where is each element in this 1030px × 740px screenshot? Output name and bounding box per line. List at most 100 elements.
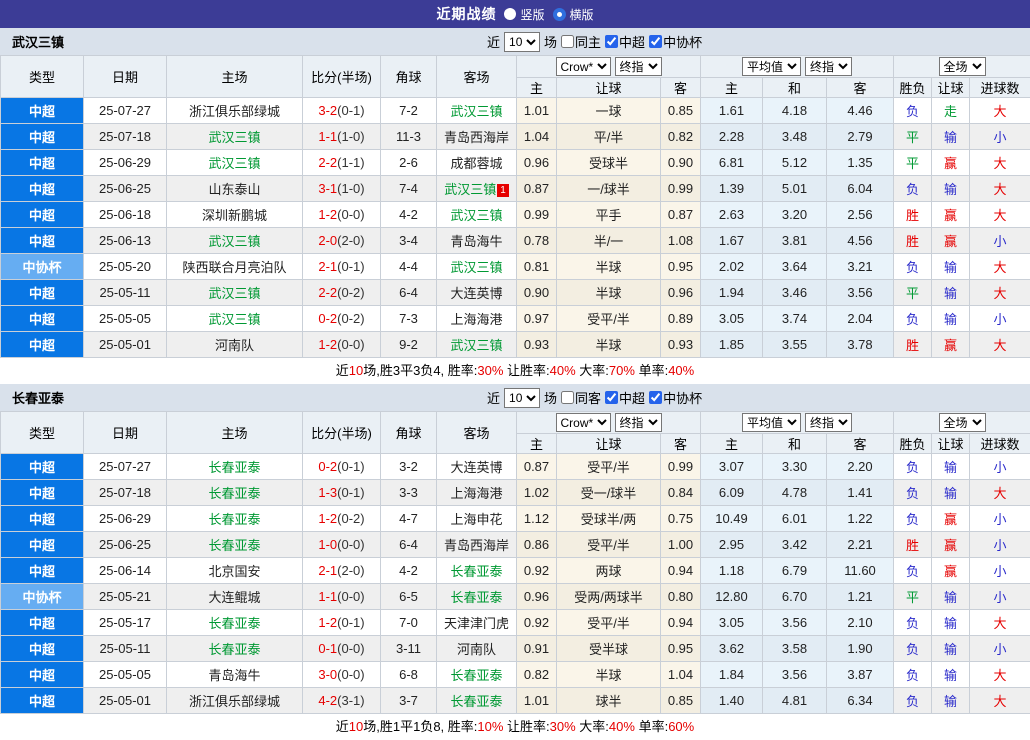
- avg-home-odds: 1.18: [701, 558, 763, 584]
- away-team: 长春亚泰: [437, 662, 517, 688]
- avg-away-odds: 1.90: [827, 636, 894, 662]
- sub-header-2: 客: [661, 78, 701, 98]
- result-handicap: 赢: [932, 228, 970, 254]
- handicap-away-odds: 0.93: [661, 332, 701, 358]
- same-venue-checkbox-label[interactable]: 同客: [561, 388, 601, 407]
- sub-header-5: 客: [827, 434, 894, 454]
- avg-away-odds: 3.21: [827, 254, 894, 280]
- handicap-away-odds: 0.94: [661, 610, 701, 636]
- average-select[interactable]: 平均值: [742, 57, 801, 76]
- top-bar: 近期战绩 竖版 横版: [0, 0, 1030, 28]
- cup-checkbox[interactable]: [649, 35, 662, 48]
- handicap-away-odds: 0.94: [661, 558, 701, 584]
- match-row: 中超25-05-17长春亚泰1-2(0-1)7-0天津津门虎0.92受平/半0.…: [1, 610, 1030, 636]
- away-team: 大连英博: [437, 280, 517, 306]
- handicap-home-odds: 0.96: [517, 584, 557, 610]
- away-team: 上海申花: [437, 506, 517, 532]
- match-date: 25-05-17: [84, 610, 167, 636]
- match-type-cell: 中超: [1, 688, 84, 714]
- radio-vertical-label: 竖版: [520, 6, 544, 23]
- filter-controls: 近10场同客中超中协杯: [487, 384, 702, 411]
- layout-radio-vertical[interactable]: 竖版: [504, 6, 544, 23]
- handicap-home-odds: 0.87: [517, 176, 557, 202]
- sub-header-0: 主: [517, 78, 557, 98]
- away-team: 武汉三镇: [437, 98, 517, 124]
- corner-score: 4-2: [381, 202, 437, 228]
- result-handicap: 输: [932, 280, 970, 306]
- col-header-1: 日期: [84, 56, 167, 98]
- league-checkbox[interactable]: [605, 391, 618, 404]
- col-header-4: 角球: [381, 412, 437, 454]
- home-team: 浙江俱乐部绿城: [167, 98, 303, 124]
- handicap-line: 半球: [557, 662, 661, 688]
- handicap-home-odds: 0.96: [517, 150, 557, 176]
- same-venue-checkbox[interactable]: [561, 35, 574, 48]
- score: 2-2(1-1): [303, 150, 381, 176]
- league-checkbox-label[interactable]: 中超: [605, 32, 645, 51]
- result-wdl: 平: [894, 124, 932, 150]
- cup-checkbox-label[interactable]: 中协杯: [649, 388, 702, 407]
- section-bar-0: 武汉三镇近10场同主中超中协杯: [0, 28, 1030, 55]
- result-handicap: 赢: [932, 532, 970, 558]
- avg-home-odds: 2.02: [701, 254, 763, 280]
- corner-score: 6-4: [381, 532, 437, 558]
- corner-score: 6-5: [381, 584, 437, 610]
- cup-checkbox-label[interactable]: 中协杯: [649, 32, 702, 51]
- result-wdl: 负: [894, 558, 932, 584]
- home-team: 武汉三镇: [167, 150, 303, 176]
- fullmatch-select[interactable]: 全场: [939, 57, 986, 76]
- match-date: 25-05-11: [84, 636, 167, 662]
- match-count-select[interactable]: 10: [504, 388, 540, 408]
- away-team: 武汉三镇: [437, 254, 517, 280]
- handicap-away-odds: 1.08: [661, 228, 701, 254]
- bookmaker-select[interactable]: Crow*: [556, 413, 611, 432]
- handicap-stage-select[interactable]: 终指: [615, 57, 662, 76]
- league-checkbox-label[interactable]: 中超: [605, 388, 645, 407]
- handicap-home-odds: 0.86: [517, 532, 557, 558]
- avg-draw-odds: 3.30: [763, 454, 827, 480]
- match-type-cell: 中超: [1, 202, 84, 228]
- radio-horizontal-icon[interactable]: [553, 8, 566, 21]
- match-type-cell: 中超: [1, 98, 84, 124]
- result-handicap: 赢: [932, 202, 970, 228]
- score: 3-2(0-1): [303, 98, 381, 124]
- avg-home-odds: 2.28: [701, 124, 763, 150]
- avg-away-odds: 2.10: [827, 610, 894, 636]
- cup-checkbox-text: 中协杯: [663, 388, 702, 407]
- fullmatch-select[interactable]: 全场: [939, 413, 986, 432]
- results-table-0: 类型日期主场比分(半场)角球客场Crow*终指平均值终指全场主让球客主和客胜负让…: [0, 55, 1030, 358]
- avg-home-odds: 10.49: [701, 506, 763, 532]
- match-date: 25-05-05: [84, 306, 167, 332]
- home-team: 长春亚泰: [167, 636, 303, 662]
- bookmaker-select[interactable]: Crow*: [556, 57, 611, 76]
- home-team: 大连鲲城: [167, 584, 303, 610]
- avg-draw-odds: 4.78: [763, 480, 827, 506]
- match-count-select[interactable]: 10: [504, 32, 540, 52]
- away-team: 青岛海牛: [437, 228, 517, 254]
- radio-vertical-icon[interactable]: [504, 8, 516, 20]
- same-venue-checkbox-label[interactable]: 同主: [561, 32, 601, 51]
- result-handicap: 输: [932, 688, 970, 714]
- avg-home-odds: 1.40: [701, 688, 763, 714]
- handicap-home-odds: 0.91: [517, 636, 557, 662]
- average-stage-select[interactable]: 终指: [805, 413, 852, 432]
- home-team: 武汉三镇: [167, 228, 303, 254]
- handicap-home-odds: 0.93: [517, 332, 557, 358]
- cup-checkbox[interactable]: [649, 391, 662, 404]
- league-checkbox[interactable]: [605, 35, 618, 48]
- match-row: 中超25-06-18深圳新鹏城1-2(0-0)4-2武汉三镇0.99平手0.87…: [1, 202, 1030, 228]
- radio-horizontal-label: 横版: [570, 6, 594, 23]
- handicap-stage-select[interactable]: 终指: [615, 413, 662, 432]
- average-select[interactable]: 平均值: [742, 413, 801, 432]
- score: 3-0(0-0): [303, 662, 381, 688]
- match-type-cell: 中超: [1, 610, 84, 636]
- same-venue-checkbox[interactable]: [561, 391, 574, 404]
- league-checkbox-text: 中超: [619, 388, 645, 407]
- handicap-home-odds: 1.01: [517, 688, 557, 714]
- cup-checkbox-text: 中协杯: [663, 32, 702, 51]
- average-stage-select[interactable]: 终指: [805, 57, 852, 76]
- layout-radio-horizontal[interactable]: 横版: [553, 6, 594, 23]
- result-handicap: 输: [932, 454, 970, 480]
- sub-header-8: 进球数: [970, 78, 1030, 98]
- handicap-line: 半球: [557, 280, 661, 306]
